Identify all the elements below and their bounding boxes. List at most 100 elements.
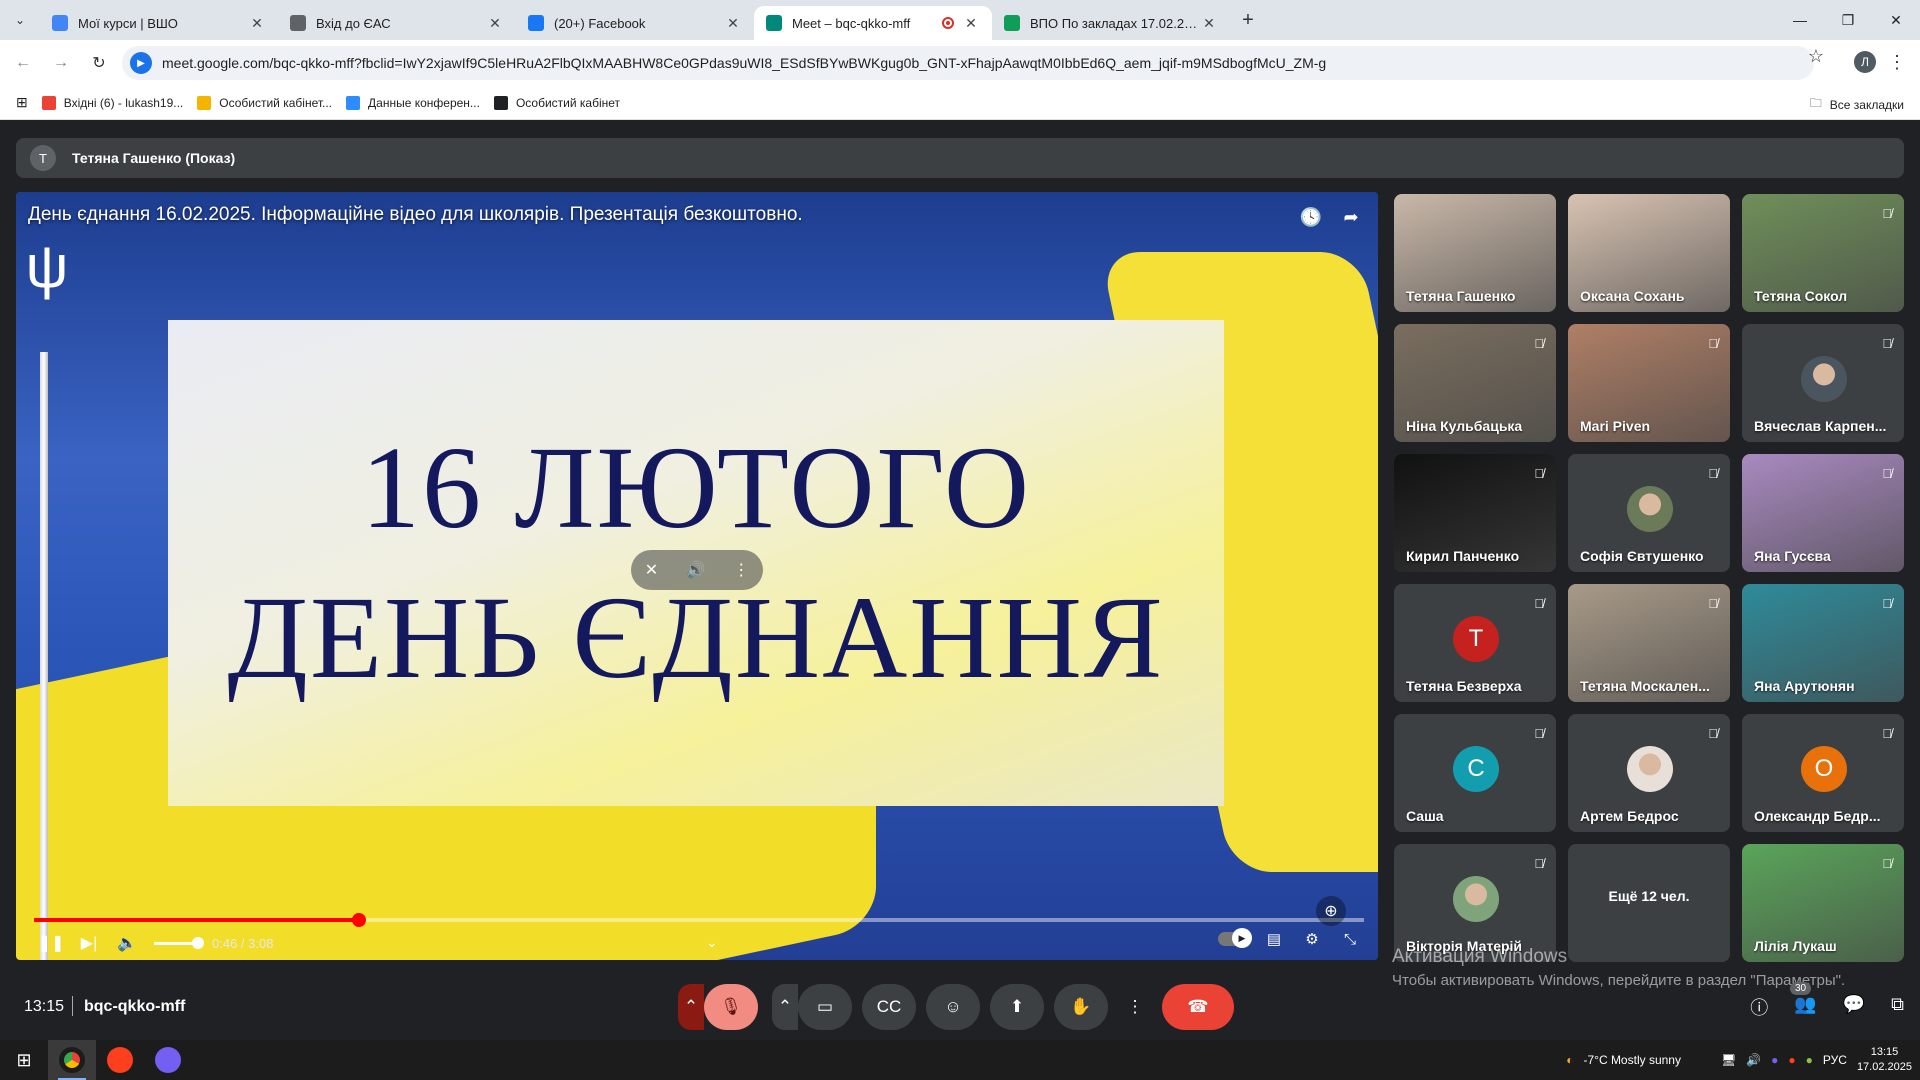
camera-button[interactable]: ▭ bbox=[798, 984, 852, 1030]
participant-tile[interactable]: Тетяна Сокол 🎙̸ bbox=[1742, 194, 1904, 312]
participant-tile[interactable]: Артем Бедрос 🎙̸ bbox=[1568, 714, 1730, 832]
weather-text[interactable]: -7°C Mostly sunny bbox=[1583, 1053, 1681, 1067]
participant-name: Яна Арутюнян bbox=[1754, 678, 1855, 694]
bookmark-item[interactable]: Вхідні (6) - lukash19... bbox=[41, 90, 183, 116]
leave-call-button[interactable]: ☎ bbox=[1162, 984, 1234, 1030]
apps-grid-icon[interactable]: ⊞ bbox=[16, 90, 28, 116]
viber-taskbar-icon[interactable] bbox=[144, 1040, 192, 1080]
people-icon[interactable]: 👥 bbox=[1794, 994, 1816, 1020]
browser-tab[interactable]: Мої курси | ВШО ✕ bbox=[40, 6, 278, 40]
participant-tile[interactable]: Яна Арутюнян 🎙̸ bbox=[1742, 584, 1904, 702]
chevron-down-icon[interactable]: ⌄ bbox=[706, 934, 718, 951]
participant-tile[interactable]: Ніна Кульбацька 🎙̸ bbox=[1394, 324, 1556, 442]
close-window-button[interactable]: ✕ bbox=[1872, 0, 1920, 40]
weather-icon[interactable]: ◐ bbox=[1566, 1053, 1573, 1067]
bookmark-item[interactable]: Особистий кабінет bbox=[493, 90, 620, 116]
participant-tile[interactable]: Тетяна Москален... 🎙̸ bbox=[1568, 584, 1730, 702]
subtitles-icon[interactable]: ▤ bbox=[1262, 930, 1286, 948]
windows-start-icon[interactable]: ⊞ bbox=[0, 1040, 48, 1080]
participant-tile[interactable]: Тетяна Гашенко bbox=[1394, 194, 1556, 312]
tab-close-icon[interactable]: ✕ bbox=[1200, 15, 1218, 32]
watch-later-icon[interactable]: 🕓 bbox=[1298, 204, 1324, 230]
share-icon[interactable]: ➦ bbox=[1338, 204, 1364, 230]
activities-icon[interactable]: ⧉ bbox=[1891, 994, 1904, 1020]
eas-icon bbox=[290, 15, 306, 31]
site-info-icon[interactable]: ▶ bbox=[130, 52, 152, 74]
exit-fullscreen-icon[interactable]: ⤡ bbox=[1338, 931, 1362, 948]
tray-volume-icon[interactable]: 🔊 bbox=[1746, 1053, 1761, 1067]
participant-tile[interactable]: С Саша 🎙̸ bbox=[1394, 714, 1556, 832]
browser-tab[interactable]: Вхід до ЄАС ✕ bbox=[278, 6, 516, 40]
tab-close-icon[interactable]: ✕ bbox=[724, 15, 742, 32]
video-options-chevron[interactable]: ⌃ bbox=[772, 984, 798, 1030]
tray-app-icon[interactable]: ● bbox=[1806, 1053, 1813, 1067]
present-screen-button[interactable]: ⬆ bbox=[990, 984, 1044, 1030]
participant-tile[interactable]: Лілія Лукаш 🎙̸ bbox=[1742, 844, 1904, 962]
browser-tab[interactable]: Meet – bqc-qkko-mff ✕ bbox=[754, 6, 992, 40]
participant-avatar bbox=[1453, 876, 1499, 922]
shared-video[interactable]: ψ 16 ЛЮТОГО ДЕНЬ ЄДНАННЯ День єднання 16… bbox=[16, 192, 1378, 960]
meeting-info-icon[interactable]: ⓘ bbox=[1750, 994, 1768, 1020]
volume-icon[interactable]: 🔊 bbox=[686, 560, 706, 580]
zoom-icon[interactable]: ⊕ bbox=[1316, 896, 1346, 926]
participant-tile[interactable]: Mari Piven 🎙̸ bbox=[1568, 324, 1730, 442]
participant-tile[interactable]: Вікторія Матерій 🎙̸ bbox=[1394, 844, 1556, 962]
participant-tile[interactable]: Яна Гусєва 🎙̸ bbox=[1742, 454, 1904, 572]
participant-avatar bbox=[1627, 746, 1673, 792]
captions-button[interactable]: CC bbox=[862, 984, 916, 1030]
bookmark-star-icon[interactable]: ☆ bbox=[1808, 46, 1824, 67]
participant-tile[interactable]: Т Тетяна Безверха 🎙̸ bbox=[1394, 584, 1556, 702]
tab-close-icon[interactable]: ✕ bbox=[962, 15, 980, 32]
more-options-button[interactable]: ⋮ bbox=[1118, 984, 1152, 1030]
tab-search-chevron-icon[interactable]: ⌄ bbox=[0, 0, 40, 40]
settings-gear-icon[interactable]: ⚙ bbox=[1300, 930, 1324, 948]
bookmark-item[interactable]: Данные конферен... bbox=[346, 90, 480, 116]
participant-tile[interactable]: О Олександр Бедр... 🎙̸ bbox=[1742, 714, 1904, 832]
pause-button[interactable]: ❚❚ bbox=[36, 930, 66, 956]
participant-tile[interactable]: Софія Євтушенко 🎙̸ bbox=[1568, 454, 1730, 572]
more-participants-label: Ещё 12 чел. bbox=[1608, 888, 1690, 904]
windows-activation-title: Активация Windows bbox=[1392, 946, 1568, 967]
back-button[interactable]: ← bbox=[8, 48, 38, 78]
tray-yandex-icon[interactable]: ● bbox=[1788, 1053, 1795, 1067]
mute-button[interactable]: 🔈 bbox=[112, 930, 142, 956]
browser-tab[interactable]: ВПО По закладах 17.02.2025.xlsx✕ bbox=[992, 6, 1230, 40]
language-indicator[interactable]: РУС bbox=[1823, 1053, 1847, 1067]
participant-name: Тетяна Безверха bbox=[1406, 678, 1522, 694]
address-bar[interactable]: ▶ meet.google.com/bqc-qkko-mff?fbclid=Iw… bbox=[122, 46, 1814, 80]
tray-viber-icon[interactable]: ● bbox=[1771, 1053, 1778, 1067]
autoplay-toggle[interactable] bbox=[1218, 928, 1252, 948]
audio-options-chevron[interactable]: ⌃ bbox=[678, 984, 704, 1030]
window-controls: — ❐ ✕ bbox=[1776, 0, 1920, 40]
taskbar-clock[interactable]: 13:15 17.02.2025 bbox=[1857, 1045, 1912, 1075]
participant-tile[interactable]: Кирил Панченко 🎙̸ bbox=[1394, 454, 1556, 572]
reload-button[interactable]: ↻ bbox=[84, 48, 114, 78]
tray-network-icon[interactable]: 🖥 bbox=[1721, 1053, 1736, 1067]
tab-close-icon[interactable]: ✕ bbox=[486, 15, 504, 32]
more-options-icon[interactable]: ⋮ bbox=[733, 560, 749, 580]
participant-tile[interactable]: Ещё 12 чел. bbox=[1568, 844, 1730, 962]
minimize-button[interactable]: — bbox=[1776, 0, 1824, 40]
participant-tile[interactable]: Вячеслав Карпен... 🎙̸ bbox=[1742, 324, 1904, 442]
restore-button[interactable]: ❐ bbox=[1824, 0, 1872, 40]
forward-button[interactable]: → bbox=[46, 48, 76, 78]
chat-icon[interactable]: 💬 bbox=[1843, 994, 1865, 1020]
reactions-button[interactable]: ☺ bbox=[926, 984, 980, 1030]
raise-hand-button[interactable]: ✋ bbox=[1054, 984, 1108, 1030]
participant-tile[interactable]: Оксана Сохань bbox=[1568, 194, 1730, 312]
yandex-browser-taskbar-icon[interactable] bbox=[96, 1040, 144, 1080]
all-bookmarks-button[interactable]: 🗀 Все закладки bbox=[1810, 94, 1904, 115]
volume-slider[interactable] bbox=[154, 936, 204, 949]
next-button[interactable]: ▶| bbox=[74, 930, 104, 956]
tab-close-icon[interactable]: ✕ bbox=[248, 15, 266, 32]
unpin-icon[interactable]: ✕ bbox=[645, 560, 658, 580]
chrome-taskbar-icon[interactable] bbox=[48, 1040, 96, 1080]
profile-avatar[interactable]: Л bbox=[1854, 51, 1876, 73]
microphone-muted-button[interactable]: 🎙 bbox=[704, 984, 758, 1030]
browser-menu-icon[interactable]: ⋮ bbox=[1888, 52, 1906, 73]
new-tab-button[interactable]: + bbox=[1230, 0, 1266, 40]
bookmark-item[interactable]: Особистий кабінет... bbox=[197, 90, 332, 116]
video-progress-bar[interactable] bbox=[34, 913, 1364, 927]
video-progress-knob[interactable] bbox=[351, 913, 366, 927]
browser-tab[interactable]: (20+) Facebook ✕ bbox=[516, 6, 754, 40]
